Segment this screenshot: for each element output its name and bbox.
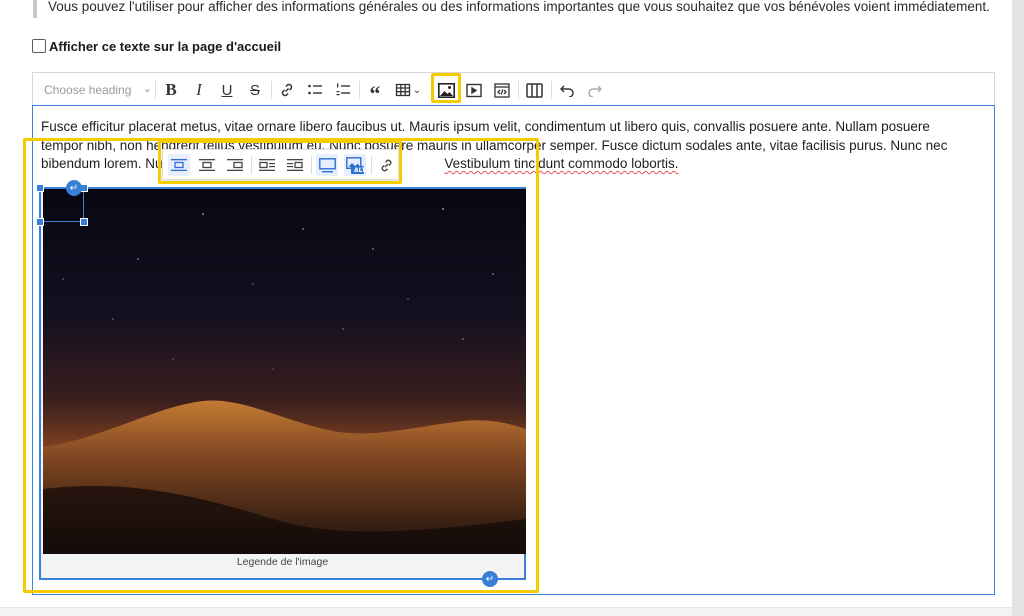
editor-toolbar: Choose heading ⌄ B I U S “ ⌄ [32,72,995,106]
paragraph-text-after: Vestibulum tincidunt commodo lobortis. [444,156,679,171]
info-text: Vous pouvez l'utiliser pour afficher des… [48,0,990,14]
toolbar-divider [311,156,312,174]
wrap-left-icon [259,159,275,171]
media-icon [466,83,482,97]
homepage-checkbox-label: Afficher ce texte sur la page d'accueil [49,38,282,54]
toggle-caption-button[interactable] [316,154,338,176]
image-wrap-left-button[interactable] [256,154,278,176]
redo-icon [588,85,602,97]
toolbar-divider [551,81,552,99]
resize-handle-top-left[interactable] [36,184,44,192]
html-embed-icon [494,82,510,98]
undo-button[interactable] [556,79,578,101]
bold-icon: B [165,80,177,99]
image-caption[interactable]: Legende de l'image [41,556,524,568]
underline-button[interactable]: U [216,79,238,101]
align-inline-icon [171,159,187,171]
bulleted-list-button[interactable] [304,79,326,101]
strikethrough-icon: S [249,81,260,99]
caption-icon [318,157,336,172]
italic-button[interactable]: I [188,79,210,101]
image-align-center-button[interactable] [196,154,218,176]
image-align-right-button[interactable] [224,154,246,176]
quote-icon: “ [369,81,381,106]
homepage-checkbox[interactable] [32,39,46,53]
alt-text-button[interactable]: ALT [344,154,366,176]
undo-icon [560,85,574,97]
image-link-button[interactable] [375,154,397,176]
numbered-list-icon [336,83,350,96]
link-icon [281,83,293,97]
return-arrow-icon: ↵ [485,573,495,585]
image-wrap-right-button[interactable] [284,154,306,176]
chevron-down-icon: ⌄ [142,83,152,95]
homepage-checkbox-row[interactable]: Afficher ce texte sur la page d'accueil [32,38,281,54]
columns-button[interactable] [523,79,545,101]
link-icon [381,159,391,171]
image-align-inline-button[interactable] [168,154,190,176]
resize-handle-bottom-right[interactable] [80,218,88,226]
insert-image-button[interactable] [435,79,457,101]
heading-dropdown[interactable]: Choose heading ⌄ [44,82,152,98]
scrollbar-gutter[interactable] [1012,0,1024,616]
redo-button[interactable] [584,79,606,101]
insert-media-button[interactable] [463,79,485,101]
toolbar-divider [518,81,519,99]
bulleted-list-icon [308,84,322,95]
resize-handle-bottom-left[interactable] [36,218,44,226]
toolbar-divider [271,81,272,99]
desert-night-photo [43,189,526,554]
italic-icon: I [196,80,202,99]
info-quote: Vous pouvez l'utiliser pour afficher des… [33,0,1013,18]
table-icon [395,83,410,97]
heading-dropdown-label: Choose heading [44,83,132,97]
columns-icon [525,82,543,98]
strikethrough-button[interactable]: S [244,79,266,101]
underline-icon: U [221,81,233,99]
align-center-icon [199,159,215,171]
alt-badge-label: ALT [354,167,366,174]
toolbar-divider [359,81,360,99]
insert-table-button[interactable]: ⌄ [392,79,424,101]
insert-paragraph-before-button[interactable]: ↵ [66,180,82,196]
align-right-icon [227,159,243,171]
link-button[interactable] [276,79,298,101]
toolbar-divider [251,156,252,174]
html-embed-button[interactable] [491,79,513,101]
chevron-down-icon: ⌄ [412,84,422,96]
block-quote-button[interactable]: “ [364,79,386,106]
insert-paragraph-after-button[interactable]: ↵ [482,571,498,587]
image-toolbar: ALT [162,149,399,180]
numbered-list-button[interactable] [332,79,354,101]
page-footer-strip [0,607,1012,616]
toolbar-divider [371,156,372,174]
image-figure[interactable]: Legende de l'image [39,187,526,580]
image-icon [437,82,455,98]
toolbar-divider [155,81,156,99]
return-arrow-icon: ↵ [69,182,79,194]
wrap-right-icon [287,159,303,171]
bold-button[interactable]: B [160,79,182,101]
